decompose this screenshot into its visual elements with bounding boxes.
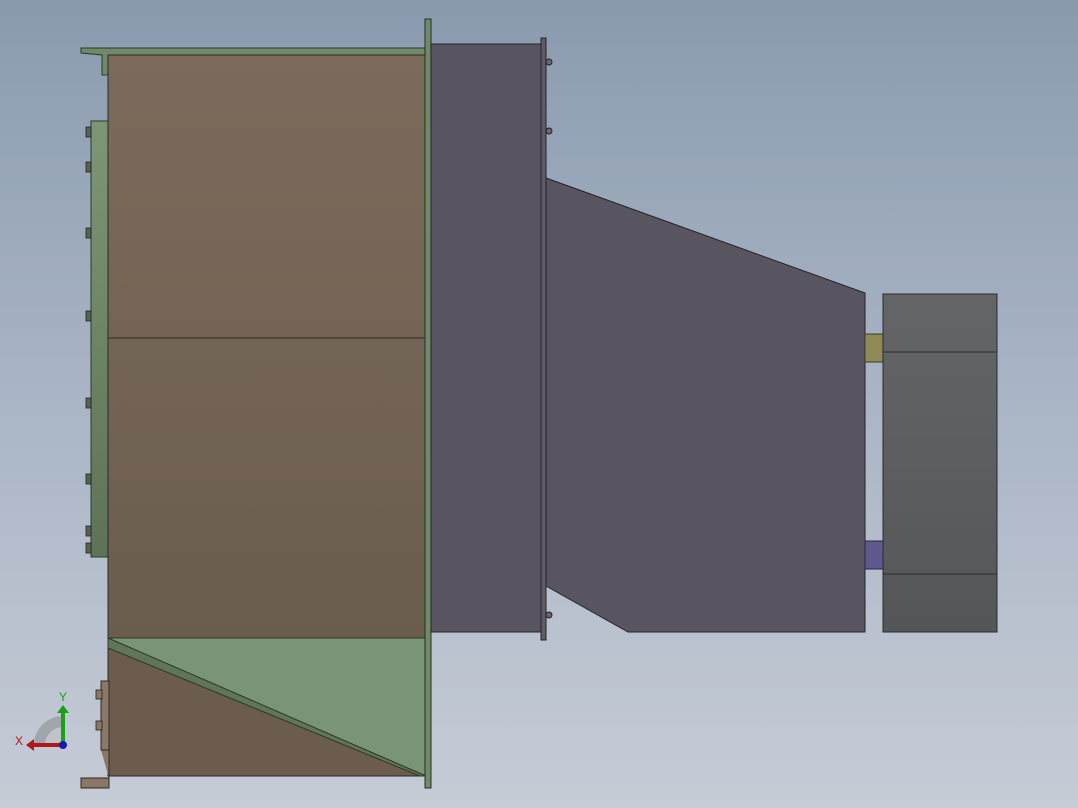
main-housing[interactable]	[107, 54, 427, 639]
shaft-coupling-upper[interactable]	[864, 333, 884, 363]
left-flange[interactable]	[85, 120, 109, 558]
coordinate-triad-icon: Y X	[15, 690, 69, 751]
triad-x-label: X	[15, 734, 23, 748]
graphics-viewport[interactable]: Y X	[0, 0, 1078, 808]
shaft-coupling-lower[interactable]	[864, 540, 884, 570]
hopper-section[interactable]	[107, 637, 427, 777]
duct-box[interactable]	[430, 43, 543, 633]
triad-y-label: Y	[59, 690, 67, 704]
bottom-foot	[80, 680, 110, 789]
transition-duct[interactable]	[545, 177, 866, 633]
model-view[interactable]: Y X	[0, 0, 1078, 808]
motor-block[interactable]	[882, 293, 998, 633]
duct-flange-plate[interactable]	[540, 37, 547, 641]
center-flange-plate[interactable]	[424, 18, 432, 789]
flange-bolts	[85, 126, 92, 554]
